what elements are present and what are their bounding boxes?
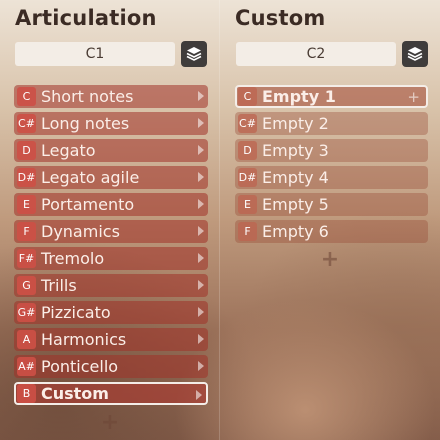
custom-item-label: Empty 6 [262,222,329,241]
chevron-right-icon[interactable] [198,253,204,263]
articulation-item-label: Long notes [41,114,130,133]
layers-icon [186,47,202,61]
key-badge: C [238,87,257,106]
chevron-right-icon[interactable] [198,334,204,344]
chevron-right-icon[interactable] [198,226,204,236]
articulation-item[interactable]: D Legato [14,139,208,162]
key-badge: F# [17,249,36,268]
key-badge: D# [17,168,36,187]
key-badge: A [17,330,36,349]
custom-preset-field[interactable]: C2 [236,42,396,66]
key-badge: C# [17,114,36,133]
articulation-title: Articulation [15,6,157,30]
articulation-item[interactable]: B Custom [14,382,208,405]
articulation-item-label: Custom [41,384,109,403]
custom-layers-button[interactable] [402,41,428,67]
articulation-item-label: Ponticello [41,357,119,376]
key-badge: B [17,384,36,403]
chevron-right-icon[interactable] [198,199,204,209]
articulation-item[interactable]: G# Pizzicato [14,301,208,324]
custom-item-label: Empty 3 [262,141,329,160]
articulation-item[interactable]: E Portamento [14,193,208,216]
articulation-item-label: Legato agile [41,168,140,187]
articulation-item[interactable]: F# Tremolo [14,247,208,270]
custom-item[interactable]: C Empty 1 + [235,85,428,108]
articulation-list: C Short notes C# Long notes D Legato D# Legato … [14,85,208,409]
add-articulation-button[interactable]: + [100,412,120,434]
key-badge: E [17,195,36,214]
custom-item-label: Empty 5 [262,195,329,214]
articulation-item[interactable]: F Dynamics [14,220,208,243]
custom-item[interactable]: E Empty 5 [235,193,428,216]
key-badge: C [17,87,36,106]
key-badge: D [17,141,36,160]
custom-item[interactable]: C# Empty 2 [235,112,428,135]
chevron-right-icon[interactable] [198,91,204,101]
add-custom-button[interactable]: + [320,249,340,271]
custom-list: C Empty 1 + C# Empty 2 D Empty 3 D# Empty 4 E Empt… [235,85,428,247]
articulation-layers-button[interactable] [181,41,207,67]
articulation-item-label: Portamento [41,195,135,214]
plus-icon[interactable]: + [407,89,420,106]
articulation-item[interactable]: D# Legato agile [14,166,208,189]
articulation-item[interactable]: G Trills [14,274,208,297]
articulation-item[interactable]: A Harmonics [14,328,208,351]
articulation-item-label: Pizzicato [41,303,111,322]
articulation-item-label: Tremolo [41,249,105,268]
key-badge: D# [238,168,257,187]
articulation-item-label: Harmonics [41,330,127,349]
key-badge: A# [17,357,36,376]
chevron-right-icon[interactable] [198,280,204,290]
articulation-item[interactable]: C Short notes [14,85,208,108]
custom-item[interactable]: D Empty 3 [235,139,428,162]
custom-item[interactable]: F Empty 6 [235,220,428,243]
custom-item-label: Empty 2 [262,114,329,133]
custom-item-label: Empty 1 [262,87,336,106]
key-badge: F [17,222,36,241]
key-badge: E [238,195,257,214]
chevron-right-icon[interactable] [198,145,204,155]
articulation-item-label: Dynamics [41,222,120,241]
articulation-item-label: Legato [41,141,96,160]
chevron-right-icon[interactable] [198,307,204,317]
custom-title: Custom [235,6,326,30]
custom-item[interactable]: D# Empty 4 [235,166,428,189]
chevron-right-icon[interactable] [198,361,204,371]
chevron-right-icon[interactable] [196,390,202,400]
articulation-item-label: Short notes [41,87,134,106]
layers-icon [407,47,423,61]
key-badge: F [238,222,257,241]
articulation-item[interactable]: A# Ponticello [14,355,208,378]
panel-divider [219,0,220,440]
chevron-right-icon[interactable] [198,118,204,128]
key-badge: C# [238,114,257,133]
custom-item-label: Empty 4 [262,168,329,187]
articulation-preset-field[interactable]: C1 [15,42,175,66]
key-badge: D [238,141,257,160]
articulation-item[interactable]: C# Long notes [14,112,208,135]
key-badge: G# [17,303,36,322]
articulation-item-label: Trills [41,276,77,295]
key-badge: G [17,276,36,295]
chevron-right-icon[interactable] [198,172,204,182]
